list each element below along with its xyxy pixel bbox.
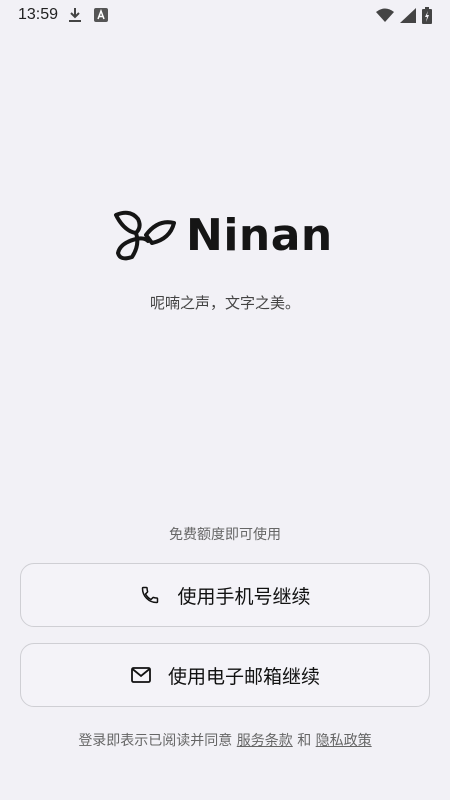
- login-screen: 13:59 Ninan 呢喃之声，文字之美。 免费额度即可使用 使用手机号继续 …: [0, 0, 450, 800]
- continue-with-email-button[interactable]: 使用电子邮箱继续: [20, 643, 430, 707]
- status-bar: 13:59: [0, 0, 450, 30]
- mail-icon: [130, 664, 152, 686]
- brand-tagline: 呢喃之声，文字之美。: [149, 294, 300, 312]
- battery-icon: [422, 6, 432, 24]
- terms-and: 和: [297, 733, 312, 749]
- email-button-label: 使用电子邮箱继续: [167, 665, 320, 688]
- terms-notice: 登录即表示已阅读并同意 服务条款 和 隐私政策: [0, 730, 450, 750]
- signal-icon: [400, 7, 416, 23]
- phone-icon: [139, 584, 161, 606]
- free-quota-note: 免费额度即可使用: [169, 527, 281, 543]
- status-right-icons: [376, 6, 432, 24]
- terms-prefix: 登录即表示已阅读并同意: [78, 733, 233, 749]
- status-time: 13:59: [18, 6, 59, 23]
- terms-of-service-link[interactable]: 服务条款: [237, 733, 293, 749]
- continue-with-phone-button[interactable]: 使用手机号继续: [20, 563, 430, 627]
- brand-logo: Ninan: [112, 205, 333, 265]
- a-notification-icon: [94, 8, 109, 22]
- wifi-icon: [376, 8, 394, 22]
- leaf-logo-icon: [114, 210, 176, 261]
- privacy-policy-link[interactable]: 隐私政策: [316, 733, 372, 749]
- brand-name: Ninan: [186, 209, 333, 261]
- download-icon: [68, 7, 82, 23]
- status-left-icons: [68, 7, 109, 23]
- phone-button-label: 使用手机号继续: [177, 585, 311, 608]
